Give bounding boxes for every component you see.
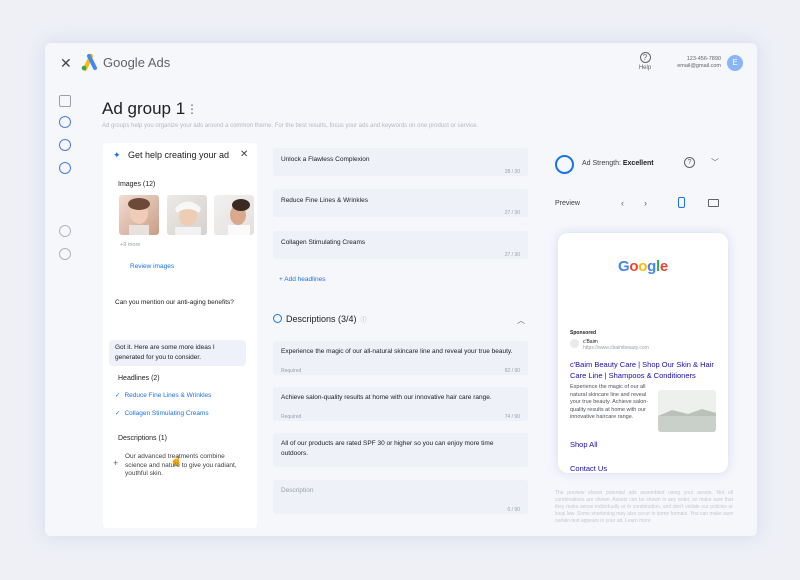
help-label: Help [638,65,652,71]
overview-icon[interactable] [59,95,71,107]
page-title: Ad group 1 [102,99,186,118]
step-circle-icon[interactable] [59,162,71,174]
headline-suggestion-text: Reduce Fine Lines & Wrinkles [124,392,212,399]
char-count: 74 / 90 [504,414,520,420]
headline-suggestion-text: Collagen Stimulating Creams [124,410,209,417]
desktop-icon[interactable] [708,199,719,207]
ad-description: Experience the magic of our all natural … [570,384,649,420]
google-ads-logo [81,54,97,71]
ad-title-link[interactable]: c'Baim Beauty Care | Shop Our Skin & Hai… [570,360,720,381]
help-icon[interactable]: ? [684,157,695,168]
plus-icon: + [113,458,119,468]
image-thumbnail[interactable] [119,195,159,235]
assets-editor: Unlock a Flawless Complexion 28 / 30 Red… [273,143,529,528]
ad-strength: Ad Strength: Excellent [582,160,654,167]
description-field[interactable]: Description 0 / 90 [273,480,528,514]
assistant-title: Get help creating your ad [128,150,230,160]
shop-all-link[interactable]: Shop All [570,440,598,449]
description-field[interactable]: All of our products are rated SPF 30 or … [273,433,528,467]
images-label: Images (12) [118,181,156,188]
ad-strength-ring [555,155,574,174]
more-options-icon[interactable]: ⋮ [186,102,198,116]
business-url: https://www.cbaimbeauty.com [583,345,649,351]
image-thumbnail[interactable] [167,195,207,235]
business-info: c'Baim https://www.cbaimbeauty.com [583,339,649,351]
headline-suggestion[interactable]: ✓ Reduce Fine Lines & Wrinkles [115,391,211,399]
brand-name: Google Ads [103,55,171,70]
ads-window: ✕ Google Ads ? Help 123-456-7890 email@g… [45,43,757,536]
headline-field[interactable]: Reduce Fine Lines & Wrinkles 27 / 30 [273,189,528,217]
favicon-icon [570,339,579,348]
char-count: 28 / 30 [504,169,520,175]
description-field[interactable]: Experience the magic of our all-natural … [273,341,528,375]
help-icon: ? [639,52,651,63]
char-count: 0 / 90 [507,507,520,513]
google-logo: Google [618,258,668,275]
check-circle-icon[interactable] [59,116,71,128]
headlines-label: Headlines (2) [118,375,160,382]
check-circle-icon[interactable] [59,139,71,151]
avatar[interactable]: E [727,55,743,71]
top-bar: ✕ Google Ads ? Help 123-456-7890 email@g… [45,43,757,83]
descriptions-header: Descriptions (3/4) ⓘ [273,314,367,324]
description-placeholder: Description [281,487,314,494]
description-suggestion-text: Our advanced treatments combine science … [125,453,237,477]
help-button[interactable]: ? Help [637,52,653,78]
check-circle-icon [273,314,282,323]
ad-strength-value: Excellent [622,160,654,167]
description-text: Achieve salon-quality results at home wi… [281,394,492,401]
char-count: 27 / 30 [504,210,520,216]
mobile-preview: Google Sponsored c'Baim https://www.cbai… [558,233,728,473]
char-count: 27 / 30 [504,252,520,258]
add-headlines-button[interactable]: + Add headlines [279,276,325,283]
preview-disclaimer: The preview shows potential ads assemble… [555,490,733,524]
assistant-panel: ✦ Get help creating your ad ✕ Images (12… [103,143,257,528]
contact-us-link[interactable]: Contact Us [570,464,607,473]
more-images-label: +9 more [120,242,141,248]
image-thumbnail[interactable] [214,195,254,235]
chevron-up-icon[interactable]: ︿ [517,315,525,326]
add-headlines-label: Add headlines [284,276,326,283]
step-circle-icon[interactable] [59,225,71,237]
headline-text: Reduce Fine Lines & Wrinkles [281,197,368,204]
check-icon: ✓ [115,410,121,417]
headline-suggestion[interactable]: ✓ Collagen Stimulating Creams [115,409,209,417]
headline-text: Unlock a Flawless Complexion [281,156,370,163]
mobile-icon[interactable] [678,197,685,208]
char-count: 82 / 90 [504,368,520,374]
headline-field[interactable]: Collagen Stimulating Creams 27 / 30 [273,231,528,259]
chevron-right-icon[interactable]: › [644,198,647,208]
account-phone: 123-456-7890 [686,56,721,62]
headline-field[interactable]: Unlock a Flawless Complexion 28 / 30 [273,148,528,176]
chevron-left-icon[interactable]: ‹ [621,198,624,208]
preview-label: Preview [555,200,580,207]
description-text: All of our products are rated SPF 30 or … [281,440,494,457]
review-images-link[interactable]: Review images [130,263,174,270]
descriptions-header-text: Descriptions (3/4) [286,314,357,324]
chevron-down-icon[interactable]: ﹀ [711,157,719,168]
close-icon[interactable]: ✕ [240,149,248,160]
description-field[interactable]: Achieve salon-quality results at home wi… [273,387,528,421]
page-subtitle: Ad groups help you organize your ads aro… [102,123,479,129]
headline-text: Collagen Stimulating Creams [281,239,366,246]
ad-preview-panel: Ad Strength: Excellent ? ﹀ Preview ‹ › G… [545,143,745,533]
descriptions-label: Descriptions (1) [118,435,168,442]
required-label: Required [281,368,302,374]
check-icon: ✓ [115,392,121,399]
description-text: Experience the magic of our all-natural … [281,348,513,355]
sponsored-label: Sponsored [570,330,597,336]
ad-image [658,390,716,432]
info-icon[interactable]: ⓘ [361,318,367,324]
account-info: 123-456-7890 email@gmail.com [675,56,721,70]
required-label: Required [281,414,302,420]
close-icon[interactable]: ✕ [60,55,72,72]
account-email: email@gmail.com [677,63,721,69]
description-suggestion[interactable]: + Our advanced treatments combine scienc… [113,453,243,479]
assistant-message: Got it. Here are some more ideas I gener… [109,340,246,366]
sparkle-icon: ✦ [113,150,121,160]
ad-strength-label: Ad Strength: [582,160,621,167]
step-circle-icon[interactable] [59,248,71,260]
user-message: Can you mention our anti-aging benefits? [115,299,234,306]
